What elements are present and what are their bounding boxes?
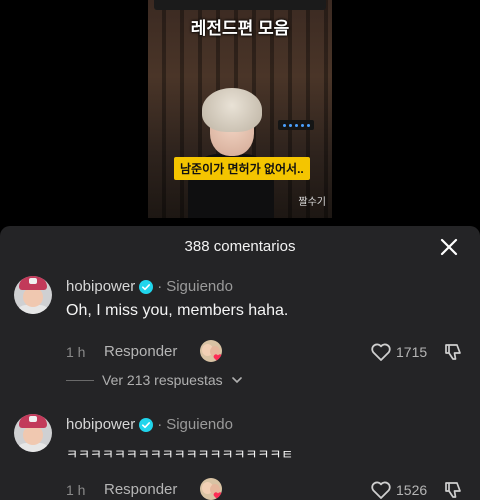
comment-text: Oh, I miss you, members haha. xyxy=(66,302,289,319)
view-replies-label: Ver 213 respuestas xyxy=(102,372,223,388)
avatar[interactable] xyxy=(14,276,52,314)
verified-badge-icon xyxy=(139,417,154,432)
avatar[interactable] xyxy=(14,414,52,452)
comment-time: 1 h xyxy=(66,482,86,498)
comment-actions: 1 h Responder 1715 xyxy=(66,340,466,364)
comments-count-title: 388 comentarios xyxy=(184,238,296,255)
verified-badge-icon xyxy=(139,279,154,294)
username[interactable]: hobipower xyxy=(66,416,135,433)
video-subtitle: 남준이가 면허가 없어서.. xyxy=(174,157,310,180)
like-count: 1715 xyxy=(396,344,428,360)
separator-dot: · xyxy=(157,416,163,433)
comment-time: 1 h xyxy=(66,344,86,360)
sheet-header: 388 comentarios xyxy=(0,226,480,268)
like-icon[interactable] xyxy=(370,341,392,363)
video-thumbnail[interactable]: 레전드편 모음 남준이가 면허가 없어서.. 짤수기 xyxy=(148,0,332,218)
person-figure xyxy=(188,88,274,218)
comment-text: ㅋㅋㅋㅋㅋㅋㅋㅋㅋㅋㅋㅋㅋㅋㅋㅋㅋㅋㅌ xyxy=(66,447,294,462)
following-status: Siguiendo xyxy=(166,278,233,295)
following-status: Siguiendo xyxy=(166,416,233,433)
heart-icon xyxy=(213,492,222,500)
video-area[interactable]: 레전드편 모음 남준이가 면허가 없어서.. 짤수기 xyxy=(0,0,480,226)
creator-liked-avatar xyxy=(200,340,222,362)
video-title: 레전드편 모음 xyxy=(190,19,290,38)
like-icon[interactable] xyxy=(370,479,392,500)
dislike-icon[interactable] xyxy=(442,479,464,500)
heart-icon xyxy=(213,354,222,362)
top-caption-bar xyxy=(154,0,326,10)
comment-actions: 1 h Responder 1526 xyxy=(66,478,466,500)
video-watermark: 짤수기 xyxy=(298,197,326,208)
replies-divider xyxy=(66,379,94,381)
comment-meta: hobipower · Siguiendo xyxy=(66,416,233,433)
separator-dot: · xyxy=(157,278,163,295)
comments-sheet: 388 comentarios hobipower · Siguiendo Oh… xyxy=(0,226,480,500)
creator-liked-avatar xyxy=(200,478,222,500)
reply-button[interactable]: Responder xyxy=(104,343,177,360)
close-icon[interactable] xyxy=(438,236,460,258)
device-lights xyxy=(278,120,314,130)
like-count: 1526 xyxy=(396,482,428,498)
chevron-down-icon xyxy=(231,377,242,384)
view-replies-button[interactable]: Ver 213 respuestas xyxy=(66,372,243,388)
dislike-icon[interactable] xyxy=(442,341,464,363)
reply-button[interactable]: Responder xyxy=(104,481,177,498)
comment-meta: hobipower · Siguiendo xyxy=(66,278,233,295)
username[interactable]: hobipower xyxy=(66,278,135,295)
